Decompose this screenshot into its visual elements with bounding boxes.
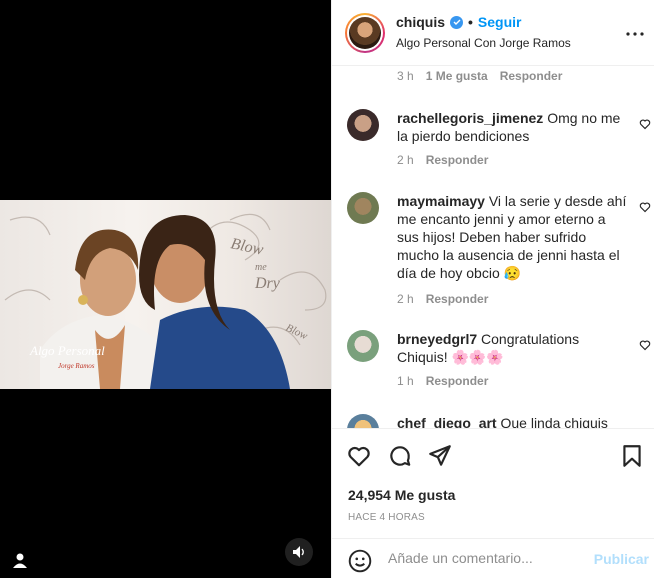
video-player[interactable]: Algo Personal Jorge Ramos Blow me Dry Bl…: [0, 200, 331, 389]
more-options-icon[interactable]: [625, 24, 645, 44]
backdrop-text-blow: Blow: [229, 235, 265, 259]
comment-username[interactable]: chef_diego_art: [397, 415, 497, 428]
verified-badge-icon: [450, 15, 464, 29]
reply-button[interactable]: Responder: [426, 292, 489, 306]
emoji-icon[interactable]: [347, 548, 373, 574]
comment-time: 3 h: [397, 69, 414, 83]
comments-list[interactable]: 3 h 1 Me gusta Responder rachellegoris_j…: [332, 66, 654, 428]
comment-meta: 3 h 1 Me gusta Responder: [397, 69, 562, 83]
reply-button[interactable]: Responder: [500, 69, 563, 83]
publish-button[interactable]: Publicar: [594, 551, 649, 567]
post-header: chiquis • Seguir Algo Personal Con Jorge…: [332, 0, 654, 66]
likes-count[interactable]: 24,954 Me gusta: [348, 487, 455, 503]
reply-button[interactable]: Responder: [426, 374, 489, 388]
reply-button[interactable]: Responder: [426, 153, 489, 167]
heart-icon[interactable]: [639, 117, 651, 130]
video-frame: Algo Personal Jorge Ramos Blow me Dry Bl…: [4, 213, 327, 389]
post-subtitle[interactable]: Algo Personal Con Jorge Ramos: [396, 36, 571, 50]
comment-input[interactable]: [388, 550, 588, 566]
heart-icon[interactable]: [346, 443, 372, 469]
comment-username[interactable]: maymaimayy: [397, 193, 485, 209]
share-icon[interactable]: [427, 443, 453, 469]
avatar[interactable]: [347, 330, 379, 362]
avatar[interactable]: [347, 414, 379, 428]
avatar[interactable]: [345, 13, 385, 53]
comment-icon[interactable]: [387, 443, 413, 469]
author-username[interactable]: chiquis: [396, 14, 445, 30]
show-logo-sub: Jorge Ramos: [58, 362, 95, 370]
media-pane: Algo Personal Jorge Ramos Blow me Dry Bl…: [0, 0, 331, 578]
comment-time: 2 h: [397, 153, 414, 167]
post-timestamp: HACE 4 HORAS: [348, 512, 425, 523]
follow-button[interactable]: Seguir: [478, 14, 522, 30]
user-tag-icon[interactable]: [10, 550, 30, 570]
comment-likes[interactable]: 1 Me gusta: [426, 69, 488, 83]
separator: •: [468, 14, 473, 30]
post-panel: chiquis • Seguir Algo Personal Con Jorge…: [331, 0, 654, 578]
backdrop-text-me: me: [255, 262, 267, 273]
backdrop-text-dry: Dry: [254, 275, 281, 292]
avatar[interactable]: [347, 109, 379, 141]
post-actions: 24,954 Me gusta HACE 4 HORAS: [332, 428, 654, 538]
show-logo: Algo Personal: [29, 343, 105, 358]
avatar[interactable]: [347, 192, 379, 224]
comment-username[interactable]: brneyedgrl7: [397, 331, 477, 347]
comment-username[interactable]: rachellegoris_jimenez: [397, 110, 543, 126]
heart-icon[interactable]: [639, 200, 651, 213]
sound-icon[interactable]: [285, 538, 313, 566]
bookmark-icon[interactable]: [619, 443, 645, 469]
comment-text: Que linda chiquis: [500, 415, 608, 428]
heart-icon[interactable]: [639, 338, 651, 351]
comment-time: 2 h: [397, 292, 414, 306]
comment-time: 1 h: [397, 374, 414, 388]
comment-composer: Publicar: [332, 538, 654, 578]
